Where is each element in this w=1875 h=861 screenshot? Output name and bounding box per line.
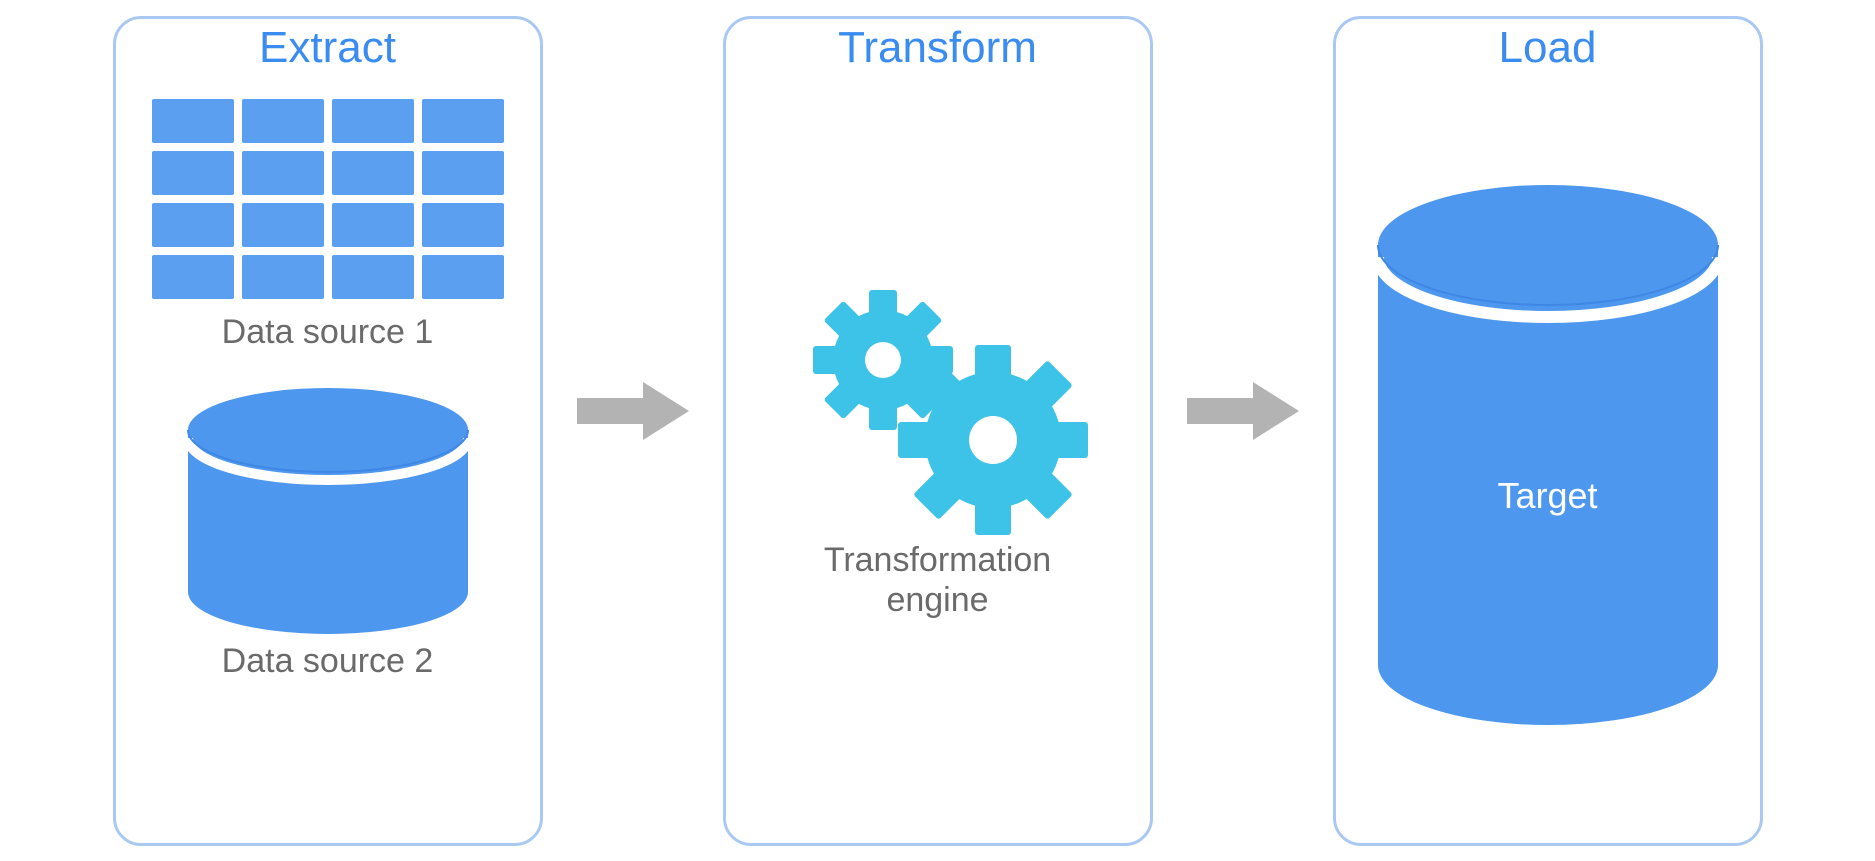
extract-title: Extract (259, 23, 396, 73)
etl-diagram: Extract Data source 1 (0, 0, 1875, 861)
extract-panel: Extract Data source 1 (113, 16, 543, 846)
transformation-engine-label-line1: Transformation (824, 541, 1051, 579)
target-cylinder-container: Target (1358, 175, 1738, 740)
arrow-transform-to-load (1183, 376, 1303, 446)
table-grid-icon (152, 99, 504, 299)
transform-body: Transformation engine (778, 33, 1098, 843)
extract-body: Data source 1 Data source 2 (116, 73, 540, 843)
transform-panel: Transform (723, 16, 1153, 846)
load-body: Target (1358, 73, 1738, 843)
load-title: Load (1499, 23, 1597, 73)
cylinder-small-icon (168, 382, 488, 642)
data-source-1-label: Data source 1 (222, 313, 434, 352)
load-panel: Load Target (1333, 16, 1763, 846)
cylinder-large-icon (1358, 175, 1738, 735)
arrow-right-icon (1183, 376, 1303, 446)
gears-icon (778, 255, 1098, 535)
data-source-2-label: Data source 2 (222, 642, 434, 681)
transformation-engine-label: Transformation engine (824, 541, 1051, 619)
arrow-extract-to-transform (573, 376, 693, 446)
data-source-2-group: Data source 2 (168, 382, 488, 681)
arrow-right-icon (573, 376, 693, 446)
transformation-engine-label-line2: engine (886, 581, 988, 619)
